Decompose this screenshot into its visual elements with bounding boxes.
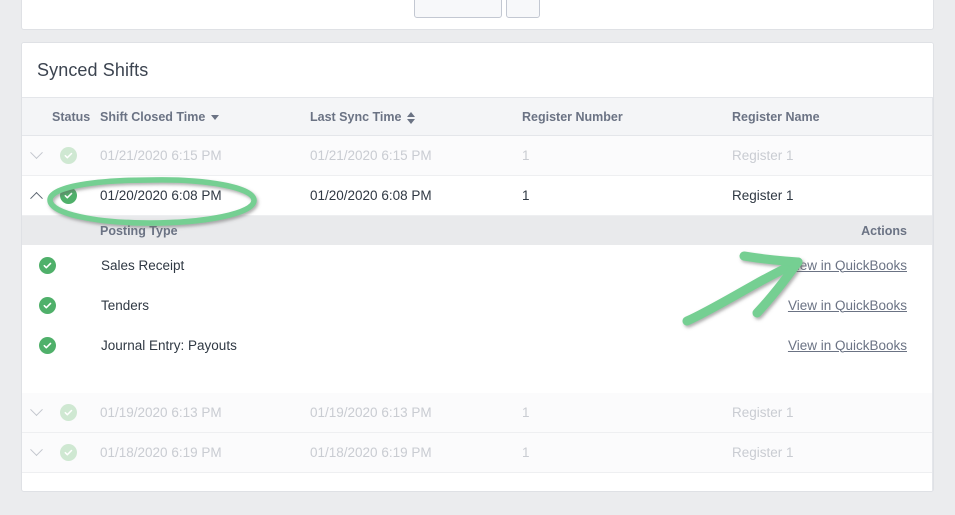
status-check-icon [60,187,77,204]
view-in-quickbooks-link[interactable]: View in QuickBooks [788,338,907,353]
detail-panel-spacer [22,365,933,393]
header-shift-closed-time-label: Shift Closed Time [100,109,206,124]
page-title: Synced Shifts [37,59,149,80]
row-status [52,147,100,164]
row-last-sync-time: 01/21/2020 6:15 PM [310,148,432,163]
row-register-name: Register 1 [732,405,794,420]
row-status [52,404,100,421]
chevron-down-icon[interactable] [30,443,43,457]
chevron-down-icon[interactable] [30,403,43,417]
header-last-sync-time-label: Last Sync Time [310,109,402,124]
detail-header-row: Posting Type Actions [22,216,933,245]
row-register-number: 1 [522,445,530,460]
row-shift-closed-time: 01/19/2020 6:13 PM [100,405,222,420]
header-status[interactable]: Status [52,110,100,124]
header-register-number[interactable]: Register Number [522,110,732,124]
table-right-edge [932,98,933,491]
row-register-number: 1 [522,405,530,420]
row-expand-toggle[interactable] [22,403,52,417]
row-register-name: Register 1 [732,148,794,163]
status-check-icon [39,296,56,314]
row-status [52,187,100,204]
row-last-sync-time: 01/18/2020 6:19 PM [310,445,432,460]
status-check-icon [39,336,56,354]
row-shift-closed-time: 01/20/2020 6:08 PM [100,188,222,203]
detail-header-actions: Actions [861,223,907,238]
chevron-up-icon[interactable] [30,191,43,205]
row-register-number: 1 [522,188,530,203]
detail-header-posting-type: Posting Type [100,223,178,238]
top-secondary-button[interactable] [506,0,540,18]
top-primary-button[interactable] [414,0,502,18]
view-in-quickbooks-link[interactable]: View in QuickBooks [788,258,907,273]
sort-ascending-descending-icon[interactable] [407,111,416,124]
detail-row: Sales Receipt View in QuickBooks [22,245,933,285]
row-register-number: 1 [522,148,530,163]
previous-card-button-group [414,0,540,18]
header-register-name-label: Register Name [732,109,820,124]
status-check-icon [60,444,77,461]
chevron-down-icon[interactable] [30,146,43,160]
synced-shifts-card: Synced Shifts Status Shift Closed Time L… [21,42,934,492]
row-shift-closed-time: 01/21/2020 6:15 PM [100,148,222,163]
row-status [52,444,100,461]
detail-posting-type: Sales Receipt [101,257,185,273]
previous-card [21,0,934,30]
row-expand-toggle[interactable] [22,146,52,160]
page-root: Synced Shifts Status Shift Closed Time L… [0,0,955,515]
row-detail-panel: Posting Type Actions Sales Receipt View … [22,216,933,393]
status-check-icon [60,404,77,421]
row-last-sync-time: 01/20/2020 6:08 PM [310,188,432,203]
header-register-number-label: Register Number [522,109,623,124]
table-row[interactable]: 01/19/2020 6:13 PM 01/19/2020 6:13 PM 1 … [22,393,933,433]
header-register-name[interactable]: Register Name [732,110,933,124]
header-status-label: Status [52,109,91,124]
row-expand-toggle[interactable] [22,443,52,457]
synced-shifts-table: Status Shift Closed Time Last Sync Time … [22,97,933,473]
view-in-quickbooks-link[interactable]: View in QuickBooks [788,298,907,313]
detail-posting-type: Tenders [101,297,150,313]
sort-descending-icon[interactable] [211,115,220,120]
row-register-name: Register 1 [732,445,794,460]
header-shift-closed-time[interactable]: Shift Closed Time [100,110,310,124]
detail-status [22,296,100,314]
row-last-sync-time: 01/19/2020 6:13 PM [310,405,432,420]
table-row[interactable]: 01/21/2020 6:15 PM 01/21/2020 6:15 PM 1 … [22,136,933,176]
detail-row: Tenders View in QuickBooks [22,285,933,325]
detail-row: Journal Entry: Payouts View in QuickBook… [22,325,933,365]
row-collapse-toggle[interactable] [22,191,52,205]
table-header-row: Status Shift Closed Time Last Sync Time … [22,98,933,136]
status-check-icon [60,147,77,164]
row-shift-closed-time: 01/18/2020 6:19 PM [100,445,222,460]
status-check-icon [39,256,56,274]
detail-status [22,256,100,274]
table-row[interactable]: 01/20/2020 6:08 PM 01/20/2020 6:08 PM 1 … [22,176,933,216]
header-last-sync-time[interactable]: Last Sync Time [310,110,522,124]
table-row[interactable]: 01/18/2020 6:19 PM 01/18/2020 6:19 PM 1 … [22,433,933,473]
detail-posting-type: Journal Entry: Payouts [101,337,237,353]
row-register-name: Register 1 [732,188,794,203]
detail-status [22,336,100,354]
card-header: Synced Shifts [22,43,933,97]
